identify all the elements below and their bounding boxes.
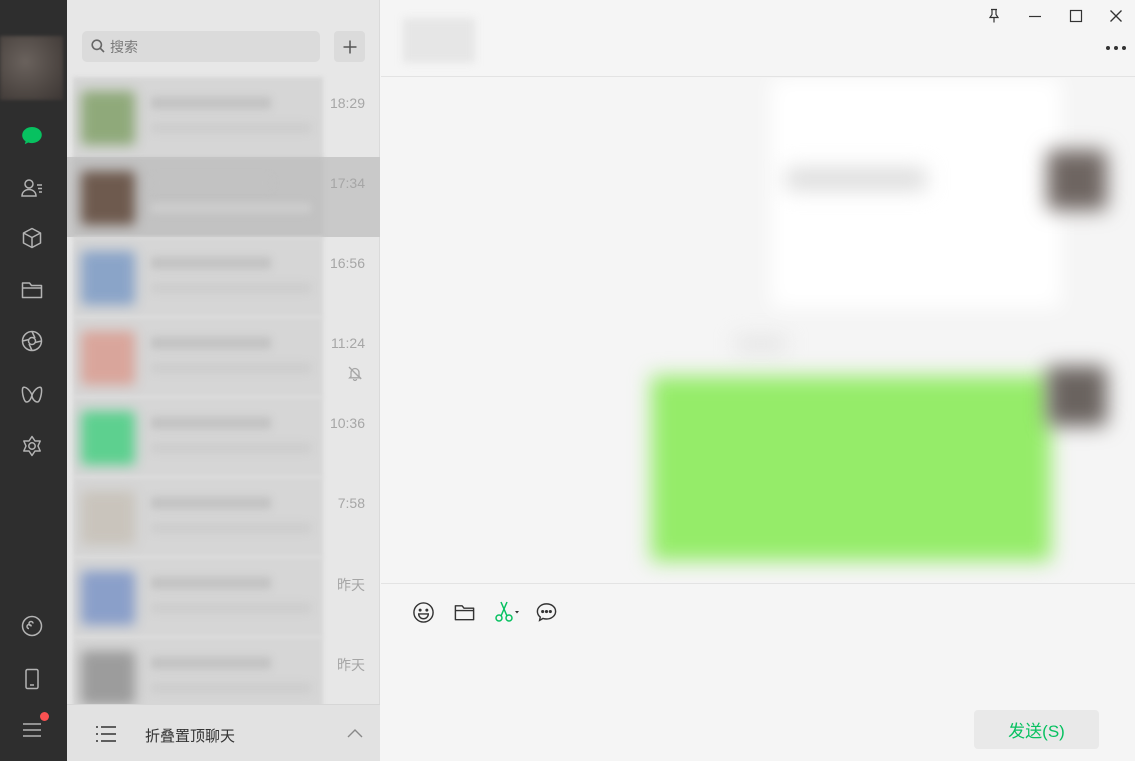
- collection-icon[interactable]: [19, 225, 45, 251]
- fold-pinned-chats-bar[interactable]: 折叠置顶聊天: [67, 704, 380, 761]
- chevron-up-icon[interactable]: [346, 726, 364, 740]
- chat-list-item[interactable]: 18:29: [67, 77, 380, 157]
- contact-avatar: [81, 331, 135, 385]
- screenshot-button[interactable]: [493, 600, 521, 624]
- wechat-window: 18:29 17:34 16:56 11:24: [0, 0, 1135, 761]
- send-button[interactable]: 发送(S): [974, 710, 1099, 749]
- emoji-button[interactable]: [411, 600, 435, 624]
- chat-history-button[interactable]: [534, 600, 558, 624]
- chat-title-blurred: [403, 18, 475, 63]
- search-box[interactable]: [82, 31, 320, 62]
- contact-name-blurred: [151, 657, 271, 669]
- chat-time: 17:34: [329, 175, 365, 191]
- chat-list-item[interactable]: 11:24: [67, 317, 380, 397]
- mute-bell-icon: [348, 366, 362, 381]
- contact-name-blurred: [151, 337, 271, 349]
- minimize-icon: [1029, 15, 1041, 18]
- sender-avatar-blurred: [1047, 150, 1107, 210]
- channels-icon[interactable]: [19, 382, 45, 408]
- chat-list-panel: 18:29 17:34 16:56 11:24: [67, 0, 380, 761]
- last-message-blurred: [151, 683, 311, 693]
- mini-programs-icon[interactable]: [19, 613, 45, 639]
- user-avatar[interactable]: [0, 36, 63, 100]
- phone-icon[interactable]: [19, 666, 45, 692]
- contact-avatar: [81, 171, 135, 225]
- minimize-button[interactable]: [1025, 6, 1045, 26]
- composer: 发送(S): [381, 583, 1135, 761]
- search-icon: [91, 39, 105, 53]
- search-input[interactable]: [110, 31, 310, 62]
- maximize-icon: [1069, 9, 1083, 23]
- notification-dot: [40, 712, 49, 721]
- chat-list-item[interactable]: 10:36: [67, 397, 380, 477]
- more-dots-icon: [1106, 46, 1126, 50]
- add-button[interactable]: [334, 31, 365, 62]
- contact-name-blurred: [151, 497, 271, 509]
- chat-list-item[interactable]: 16:56: [67, 237, 380, 317]
- chat-bubble-icon: [536, 602, 556, 622]
- close-icon: [1110, 10, 1122, 22]
- chat-header: [381, 0, 1135, 77]
- contact-avatar: [81, 251, 135, 305]
- file-button[interactable]: [452, 600, 476, 624]
- last-message-blurred: [151, 123, 311, 133]
- chat-list-item[interactable]: 7:58: [67, 477, 380, 557]
- chat-time: 18:29: [329, 95, 365, 111]
- chat-time: 11:24: [331, 335, 365, 351]
- list-icon: [96, 726, 116, 742]
- emoji-icon: [412, 601, 434, 623]
- mini-program-search-icon[interactable]: [19, 433, 45, 459]
- last-message-blurred: [151, 363, 311, 373]
- moments-icon[interactable]: [19, 328, 45, 354]
- fold-pinned-chats-label: 折叠置顶聊天: [145, 728, 236, 745]
- chat-list-item-selected[interactable]: 17:34: [67, 157, 380, 237]
- contact-name-blurred: [151, 417, 271, 429]
- contact-name-blurred: [151, 97, 271, 109]
- last-message-blurred: [151, 523, 311, 533]
- chat-time: 16:56: [329, 255, 365, 271]
- contact-avatar: [81, 571, 135, 625]
- folder-icon: [454, 604, 474, 620]
- chat-list-item[interactable]: 昨天: [67, 557, 380, 637]
- last-message-blurred: [151, 283, 311, 293]
- chat-time: 昨天: [337, 577, 365, 593]
- chat-time: 7:58: [337, 495, 365, 511]
- last-message-blurred: [151, 443, 311, 453]
- contact-avatar: [81, 411, 135, 465]
- contacts-icon[interactable]: [19, 175, 45, 201]
- contact-avatar: [81, 491, 135, 545]
- chat-time: 昨天: [337, 657, 365, 673]
- chat-list: 18:29 17:34 16:56 11:24 10:36 7:58 昨天 昨天: [67, 77, 380, 717]
- last-message-blurred: [151, 603, 311, 613]
- more-options-button[interactable]: [1105, 38, 1127, 58]
- menu-icon[interactable]: [19, 712, 49, 743]
- self-avatar-blurred: [1047, 366, 1107, 426]
- pin-window-button[interactable]: [984, 6, 1004, 26]
- maximize-button[interactable]: [1066, 6, 1086, 26]
- chat-icon[interactable]: [19, 123, 45, 149]
- message-area: [381, 78, 1135, 583]
- close-button[interactable]: [1106, 6, 1126, 26]
- contact-avatar: [81, 91, 135, 145]
- message-bubble-self-blurred: [651, 376, 1051, 561]
- chat-time: 10:36: [329, 415, 365, 431]
- plus-icon: [343, 40, 356, 53]
- folder-icon[interactable]: [19, 277, 45, 303]
- scissors-icon: [495, 601, 519, 622]
- message-bubble-blurred: [771, 78, 1061, 308]
- contact-avatar: [81, 651, 135, 705]
- contact-name-blurred: [151, 177, 271, 189]
- sidebar-nav: [0, 0, 67, 761]
- pin-icon: [988, 8, 1000, 23]
- contact-name-blurred: [151, 257, 271, 269]
- chat-panel: 发送(S): [381, 0, 1135, 761]
- contact-name-blurred: [151, 577, 271, 589]
- last-message-blurred: [151, 203, 311, 213]
